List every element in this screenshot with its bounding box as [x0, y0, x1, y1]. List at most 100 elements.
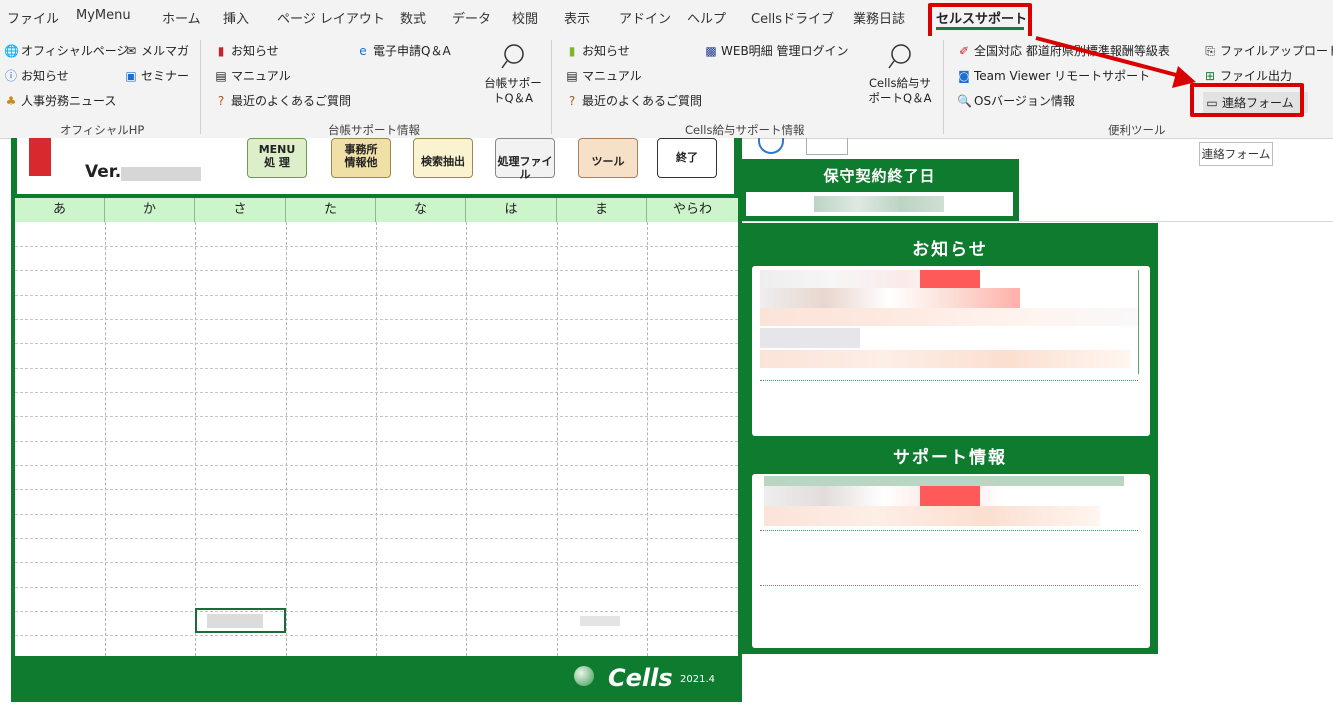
header-na[interactable]: な: [376, 198, 466, 222]
envelope-icon: ✉: [125, 43, 137, 58]
grid-line: [15, 611, 738, 612]
maintenance-box: 保守契約終了日: [740, 159, 1019, 221]
header-ka[interactable]: か: [105, 198, 195, 222]
grid-line: [105, 222, 106, 656]
header-ha[interactable]: は: [466, 198, 557, 222]
grid-line: [15, 343, 738, 344]
header-sa[interactable]: さ: [195, 198, 286, 222]
maintenance-date-field: [746, 192, 1013, 216]
people-icon: ♣: [5, 93, 17, 108]
tab-business-diary[interactable]: 業務日誌: [853, 8, 905, 27]
grid-line: [15, 587, 738, 588]
calendar-icon-partial: [806, 138, 848, 155]
grid-line: [15, 635, 738, 636]
os-version-button[interactable]: 🔍 OSバージョン情報: [957, 92, 1075, 109]
tool-button[interactable]: ツール: [578, 138, 638, 178]
seminar-icon: ▣: [125, 68, 137, 83]
official-page-button[interactable]: 🌐 オフィシャルページ: [4, 42, 129, 59]
daicho-faq-button[interactable]: ? 最近のよくあるご質問: [214, 92, 351, 109]
brand-version: 2021.4: [680, 674, 715, 685]
tab-data[interactable]: データ: [452, 8, 491, 27]
redacted-support-item: [764, 506, 1100, 526]
notice-list[interactable]: [752, 266, 1150, 436]
grid-line: [15, 489, 738, 490]
menu-process-button[interactable]: MENU 処 理: [247, 138, 307, 178]
tab-home[interactable]: ホーム: [162, 8, 201, 27]
process-file-button[interactable]: 処理ファイル: [495, 138, 555, 181]
dotted-separator: [760, 585, 1138, 586]
dotted-separator: [760, 530, 1138, 531]
dotted-separator: [760, 380, 1138, 381]
logo-book-icon: [29, 138, 51, 176]
mail-magazine-button[interactable]: ✉ メルマガ: [124, 42, 189, 59]
redacted-cell-content: [207, 614, 263, 628]
daicho-manual-button[interactable]: ▤ マニュアル: [214, 67, 290, 84]
grid-line: [286, 222, 287, 656]
cells-manual-button[interactable]: ▤ マニュアル: [565, 67, 641, 84]
grid-line: [557, 222, 558, 656]
grid-line: [647, 222, 648, 656]
grid-line: [15, 295, 738, 296]
seminar-button[interactable]: ▣ セミナー: [124, 67, 189, 84]
selected-cell[interactable]: [195, 608, 286, 633]
tab-addins[interactable]: アドイン: [619, 8, 671, 27]
globe-icon: 🌐: [4, 43, 19, 58]
header-yarawa[interactable]: やらわ: [647, 198, 738, 222]
redacted-notice: [760, 328, 860, 348]
grid-line: [15, 465, 738, 466]
daicho-notice-button[interactable]: ▮ お知らせ: [214, 42, 279, 59]
tab-view[interactable]: 表示: [564, 8, 590, 27]
grid-line: [376, 222, 377, 656]
group-label-official: オフィシャルHP: [60, 123, 145, 137]
grid-line: [15, 246, 738, 247]
cells-support-qa-button[interactable]: Cells給与サ ポートQ＆A: [862, 42, 938, 106]
cells-faq-button[interactable]: ? 最近のよくあるご質問: [565, 92, 702, 109]
redacted-new-badge: [920, 486, 980, 506]
cells-globe-icon: [574, 666, 594, 686]
web-meisai-login-button[interactable]: ▩ WEB明細 管理ログイン: [704, 42, 848, 59]
tab-cells-drive[interactable]: Cellsドライブ: [751, 8, 834, 27]
tab-file[interactable]: ファイル: [7, 8, 59, 27]
group-label-cells-kyuyo: Cells給与サポート情報: [685, 123, 805, 137]
teamviewer-icon: ◙: [958, 68, 970, 83]
search-extract-button[interactable]: 検索抽出: [413, 138, 473, 178]
grid-line: [15, 392, 738, 393]
info-icon-partial: [758, 138, 784, 154]
grid-line: [15, 416, 738, 417]
version-label: Ver.: [85, 162, 122, 182]
daicho-support-qa-button[interactable]: 台帳サポー トQ＆A: [478, 42, 548, 106]
redacted-new-badge: [920, 270, 980, 288]
exit-button[interactable]: 終了: [657, 138, 717, 178]
support-list[interactable]: [752, 474, 1150, 648]
grid-line: [15, 368, 738, 369]
tab-insert[interactable]: 挿入: [223, 8, 249, 27]
redacted-cell-content: [580, 616, 620, 626]
redacted-notice: [760, 288, 1020, 308]
grid-line: [15, 441, 738, 442]
e-application-qa-button[interactable]: e 電子申請Q＆A: [356, 42, 450, 59]
tab-page-layout[interactable]: ページ レイアウト: [277, 8, 385, 27]
file-output-button[interactable]: ⊞ ファイル出力: [1203, 67, 1292, 84]
official-notice-button[interactable]: ⓘ お知らせ: [4, 67, 69, 84]
header-a[interactable]: あ: [15, 198, 105, 222]
header-ta[interactable]: た: [286, 198, 376, 222]
maintenance-title: 保守契約終了日: [823, 167, 936, 185]
sheet-menu-area: Ver. MENU 処 理 事務所 情報他 検索抽出 処理ファイル ツール 終了: [17, 138, 734, 194]
grid-line: [15, 562, 738, 563]
hr-news-button[interactable]: ♣ 人事労務ニュース: [4, 92, 117, 109]
file-upload-button[interactable]: ⎘ ファイルアップロード: [1203, 42, 1333, 59]
group-separator: [943, 40, 944, 134]
sheet-footer: Cells 2021.4: [11, 658, 742, 702]
header-ma[interactable]: ま: [557, 198, 647, 222]
sheet-divider-line: [742, 221, 1333, 222]
office-info-button[interactable]: 事務所 情報他: [331, 138, 391, 178]
tab-help[interactable]: ヘルプ: [687, 8, 726, 27]
tab-mymenu[interactable]: MyMenu: [76, 8, 131, 23]
tab-review[interactable]: 校閲: [512, 8, 538, 27]
redacted-notice: [760, 350, 1130, 368]
name-index-grid: あ か さ た な は ま やらわ: [15, 198, 738, 656]
red-arrow-annotation: [1035, 36, 1196, 88]
tab-formulas[interactable]: 数式: [400, 8, 426, 27]
redacted-notice: [760, 308, 1140, 326]
cells-notice-button[interactable]: ▮ お知らせ: [565, 42, 630, 59]
